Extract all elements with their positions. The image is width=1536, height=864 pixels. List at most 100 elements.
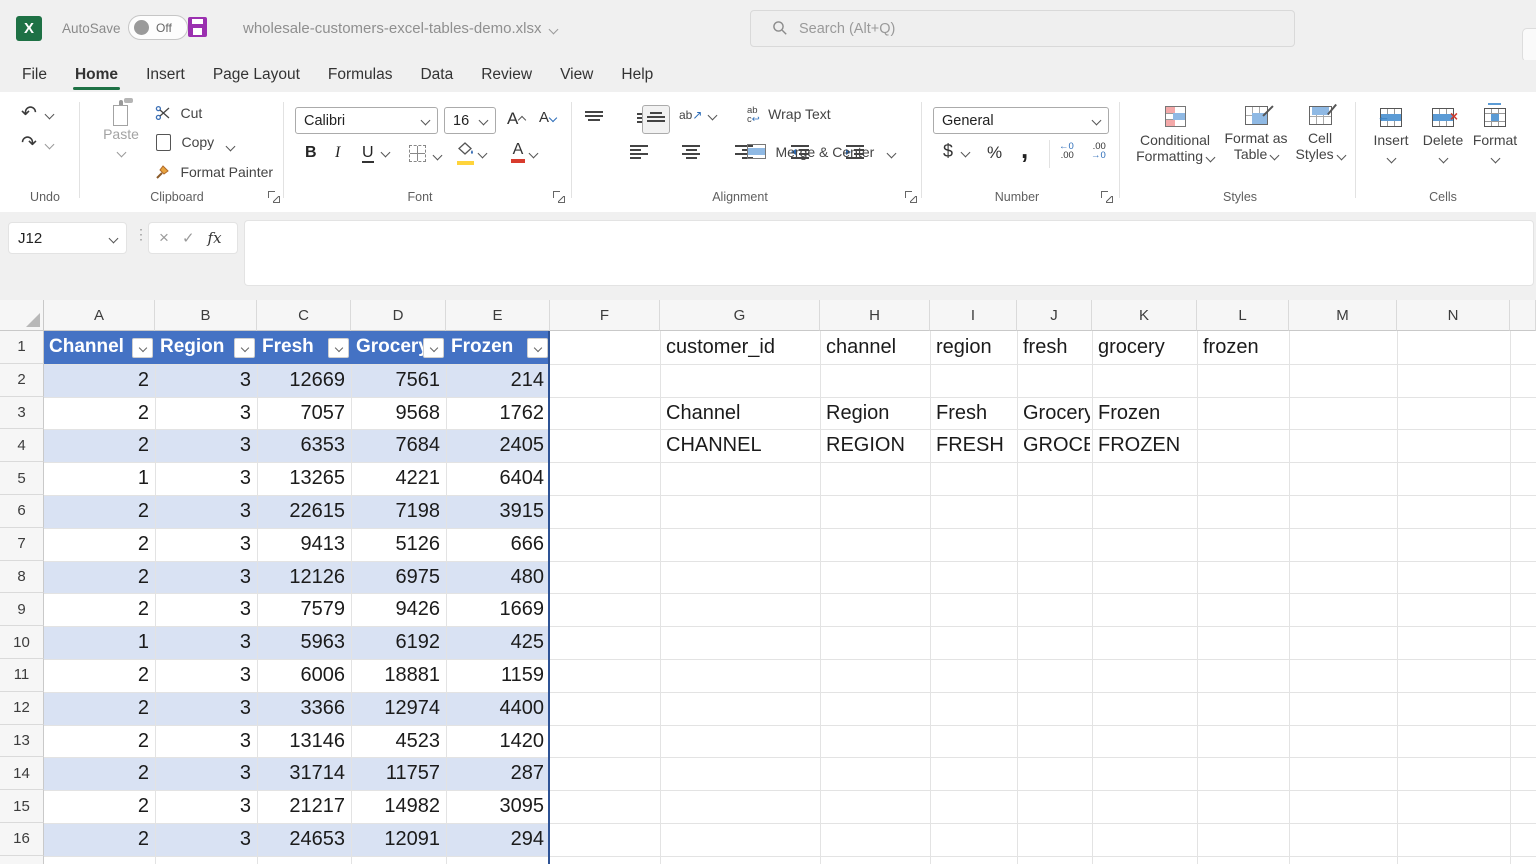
filter-button-frozen[interactable]	[527, 338, 548, 358]
cell-B2[interactable]: 3	[155, 364, 257, 397]
merge-center-button[interactable]: Merge & Center	[747, 144, 895, 164]
cell-B16[interactable]: 3	[155, 823, 257, 856]
row-header-13[interactable]: 13	[0, 725, 44, 758]
row-header-14[interactable]: 14	[0, 757, 44, 790]
cell-A9[interactable]: 2	[44, 593, 155, 626]
alignment-dialog-launcher[interactable]	[905, 191, 917, 203]
italic-button[interactable]: I	[335, 144, 340, 162]
wrap-text-button[interactable]: abc↩ Wrap Text	[747, 106, 831, 127]
row-header-17[interactable]: 17	[0, 856, 44, 864]
cell-B5[interactable]: 3	[155, 462, 257, 495]
cell-D9[interactable]: 9426	[351, 593, 446, 626]
bold-button[interactable]: B	[305, 144, 317, 162]
tab-formulas[interactable]: Formulas	[314, 60, 407, 92]
cell-C10[interactable]: 5963	[257, 626, 351, 659]
cell-C4[interactable]: 6353	[257, 429, 351, 462]
cell-B4[interactable]: 3	[155, 429, 257, 462]
increase-decimal-button[interactable]: ←0 .00	[1059, 142, 1074, 160]
cell-B10[interactable]: 3	[155, 626, 257, 659]
search-input[interactable]	[750, 10, 1295, 47]
number-dialog-launcher[interactable]	[1101, 191, 1113, 203]
cell-D11[interactable]: 18881	[351, 659, 446, 692]
column-header-A[interactable]: A	[44, 300, 155, 331]
font-dialog-launcher[interactable]	[553, 191, 565, 203]
tab-page-layout[interactable]: Page Layout	[199, 60, 314, 92]
cell-B6[interactable]: 3	[155, 495, 257, 528]
cell-C6[interactable]: 22615	[257, 495, 351, 528]
tab-data[interactable]: Data	[406, 60, 467, 92]
number-format-select[interactable]: General	[933, 107, 1109, 134]
cell-A5[interactable]: 1	[44, 462, 155, 495]
cell-A14[interactable]: 2	[44, 757, 155, 790]
filter-button-region[interactable]	[234, 338, 255, 358]
tab-home[interactable]: Home	[61, 60, 132, 92]
cell-J4[interactable]: GROCERY	[1017, 429, 1090, 462]
cell-E2[interactable]: 214	[446, 364, 550, 397]
paste-button[interactable]: Paste	[93, 102, 149, 160]
cell-K1[interactable]: grocery	[1092, 331, 1195, 364]
column-header-partial[interactable]	[1510, 300, 1536, 331]
borders-button[interactable]	[409, 145, 441, 167]
filter-button-grocery[interactable]	[423, 338, 444, 358]
cell-A7[interactable]: 2	[44, 528, 155, 561]
cell-A13[interactable]: 2	[44, 725, 155, 758]
redo-button[interactable]: ↷	[21, 134, 53, 154]
cell-G3[interactable]: Channel	[660, 397, 818, 430]
cell-D7[interactable]: 5126	[351, 528, 446, 561]
cell-E15[interactable]: 3095	[446, 790, 550, 823]
column-header-M[interactable]: M	[1289, 300, 1397, 331]
column-header-D[interactable]: D	[351, 300, 446, 331]
cell-C7[interactable]: 9413	[257, 528, 351, 561]
row-header-15[interactable]: 15	[0, 790, 44, 823]
cell-B13[interactable]: 3	[155, 725, 257, 758]
cell-A10[interactable]: 1	[44, 626, 155, 659]
cell-A15[interactable]: 2	[44, 790, 155, 823]
cell-C2[interactable]: 12669	[257, 364, 351, 397]
underline-button[interactable]: U	[362, 144, 389, 162]
cell-J3[interactable]: Grocery	[1017, 397, 1090, 430]
cell-E3[interactable]: 1762	[446, 397, 550, 430]
row-header-3[interactable]: 3	[0, 397, 44, 430]
cell-B3[interactable]: 3	[155, 397, 257, 430]
row-header-16[interactable]: 16	[0, 823, 44, 856]
cell-E10[interactable]: 425	[446, 626, 550, 659]
cell-E14[interactable]: 287	[446, 757, 550, 790]
cell-H4[interactable]: REGION	[820, 429, 928, 462]
cell-A6[interactable]: 2	[44, 495, 155, 528]
row-header-10[interactable]: 10	[0, 626, 44, 659]
tab-file[interactable]: File	[8, 60, 61, 92]
row-header-7[interactable]: 7	[0, 528, 44, 561]
row-header-1[interactable]: 1	[0, 331, 44, 364]
column-header-E[interactable]: E	[446, 300, 550, 331]
format-cells-button[interactable]: Format	[1471, 108, 1519, 166]
copy-button[interactable]: Copy	[156, 134, 234, 156]
column-header-C[interactable]: C	[257, 300, 351, 331]
undo-button[interactable]: ↶	[21, 104, 53, 124]
cell-K4[interactable]: FROZEN	[1092, 429, 1195, 462]
cell-I1[interactable]: region	[930, 331, 1015, 364]
cell-E5[interactable]: 6404	[446, 462, 550, 495]
cell-L1[interactable]: frozen	[1197, 331, 1287, 364]
tab-view[interactable]: View	[546, 60, 607, 92]
cell-styles-button[interactable]: Cell Styles	[1293, 106, 1347, 162]
cell-C11[interactable]: 6006	[257, 659, 351, 692]
cell-D5[interactable]: 4221	[351, 462, 446, 495]
cell-A12[interactable]: 2	[44, 692, 155, 725]
name-box[interactable]: J12	[8, 222, 127, 254]
cell-D10[interactable]: 6192	[351, 626, 446, 659]
cell-E12[interactable]: 4400	[446, 692, 550, 725]
cell-H1[interactable]: channel	[820, 331, 928, 364]
cell-E11[interactable]: 1159	[446, 659, 550, 692]
cell-C17[interactable]: 10253	[257, 856, 351, 864]
conditional-formatting-button[interactable]: Conditional Formatting	[1135, 106, 1215, 164]
formula-bar-grip[interactable]: ⋮	[134, 226, 148, 243]
document-title[interactable]: wholesale-customers-excel-tables-demo.xl…	[243, 20, 557, 37]
search-bar[interactable]	[750, 10, 1295, 47]
row-header-4[interactable]: 4	[0, 429, 44, 462]
cell-B9[interactable]: 3	[155, 593, 257, 626]
cell-G4[interactable]: CHANNEL	[660, 429, 818, 462]
decrease-decimal-button[interactable]: .00 →0	[1091, 142, 1106, 160]
cell-C8[interactable]: 12126	[257, 561, 351, 594]
format-as-table-button[interactable]: Format as Table	[1218, 106, 1294, 162]
cell-I3[interactable]: Fresh	[930, 397, 1015, 430]
